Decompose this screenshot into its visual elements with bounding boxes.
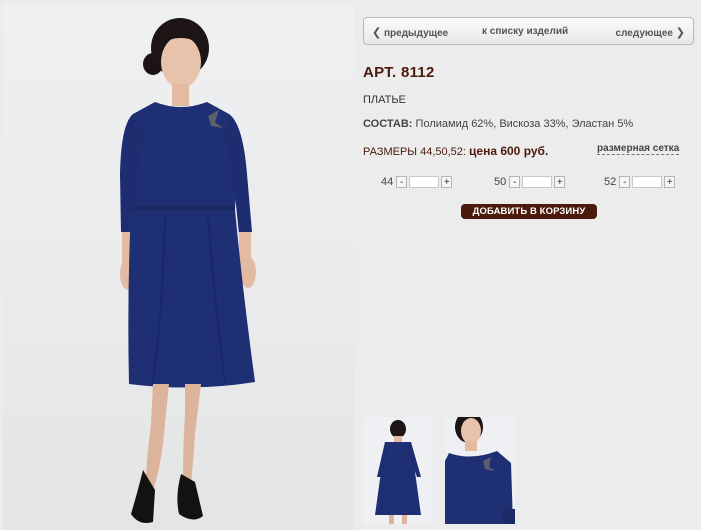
composition-label: СОСТАВ:: [363, 118, 413, 130]
product-navigation-bar: ❮ предыдущее к списку изделий следующее …: [363, 17, 694, 45]
previous-label: предыдущее: [384, 28, 449, 39]
price-label: цена 600 руб.: [469, 144, 549, 158]
quantity-selector-50: 50 - +: [494, 175, 566, 189]
dress-detail-thumbnail: [445, 417, 515, 524]
quantity-input[interactable]: [522, 176, 553, 188]
quantity-input[interactable]: [409, 176, 440, 188]
next-label: следующее: [615, 28, 673, 39]
product-type: ПЛАТЬЕ: [363, 94, 406, 106]
previous-link[interactable]: ❮ предыдущее: [372, 26, 448, 39]
increase-button[interactable]: +: [554, 176, 566, 188]
thumbnail-back-view[interactable]: [363, 417, 433, 524]
next-link[interactable]: следующее ❯: [616, 26, 685, 39]
quantity-selector-52: 52 - +: [604, 175, 676, 189]
decrease-button[interactable]: -: [509, 176, 521, 188]
dress-back-thumbnail: [375, 420, 421, 524]
sizes-label: РАЗМЕРЫ 44,50,52:: [363, 146, 466, 158]
decrease-button[interactable]: -: [396, 176, 408, 188]
product-main-image: [3, 4, 354, 530]
increase-button[interactable]: +: [441, 176, 453, 188]
size-label: 44: [381, 176, 394, 188]
quantity-selector-44: 44 - +: [381, 175, 453, 189]
product-composition: СОСТАВ: Полиамид 62%, Вискоза 33%, Эласт…: [363, 118, 633, 130]
size-label: 52: [604, 176, 617, 188]
decrease-button[interactable]: -: [619, 176, 631, 188]
chevron-left-icon: ❮: [372, 27, 382, 39]
chevron-right-icon: ❯: [675, 27, 685, 39]
product-sizes-price: РАЗМЕРЫ 44,50,52: цена 600 руб.: [363, 144, 548, 158]
add-to-cart-button[interactable]: ДОБАВИТЬ В КОРЗИНУ: [461, 204, 597, 219]
size-chart-link[interactable]: размерная сетка: [597, 143, 680, 155]
composition-value: Полиамид 62%, Вискоза 33%, Эластан 5%: [415, 118, 634, 130]
increase-button[interactable]: +: [664, 176, 676, 188]
back-to-list-link[interactable]: к списку изделий: [482, 26, 568, 37]
size-label: 50: [494, 176, 507, 188]
dress-model-illustration: [3, 18, 354, 530]
quantity-input[interactable]: [632, 176, 663, 188]
thumbnail-detail-view[interactable]: [445, 417, 515, 524]
product-article: АРТ. 8112: [363, 64, 435, 81]
